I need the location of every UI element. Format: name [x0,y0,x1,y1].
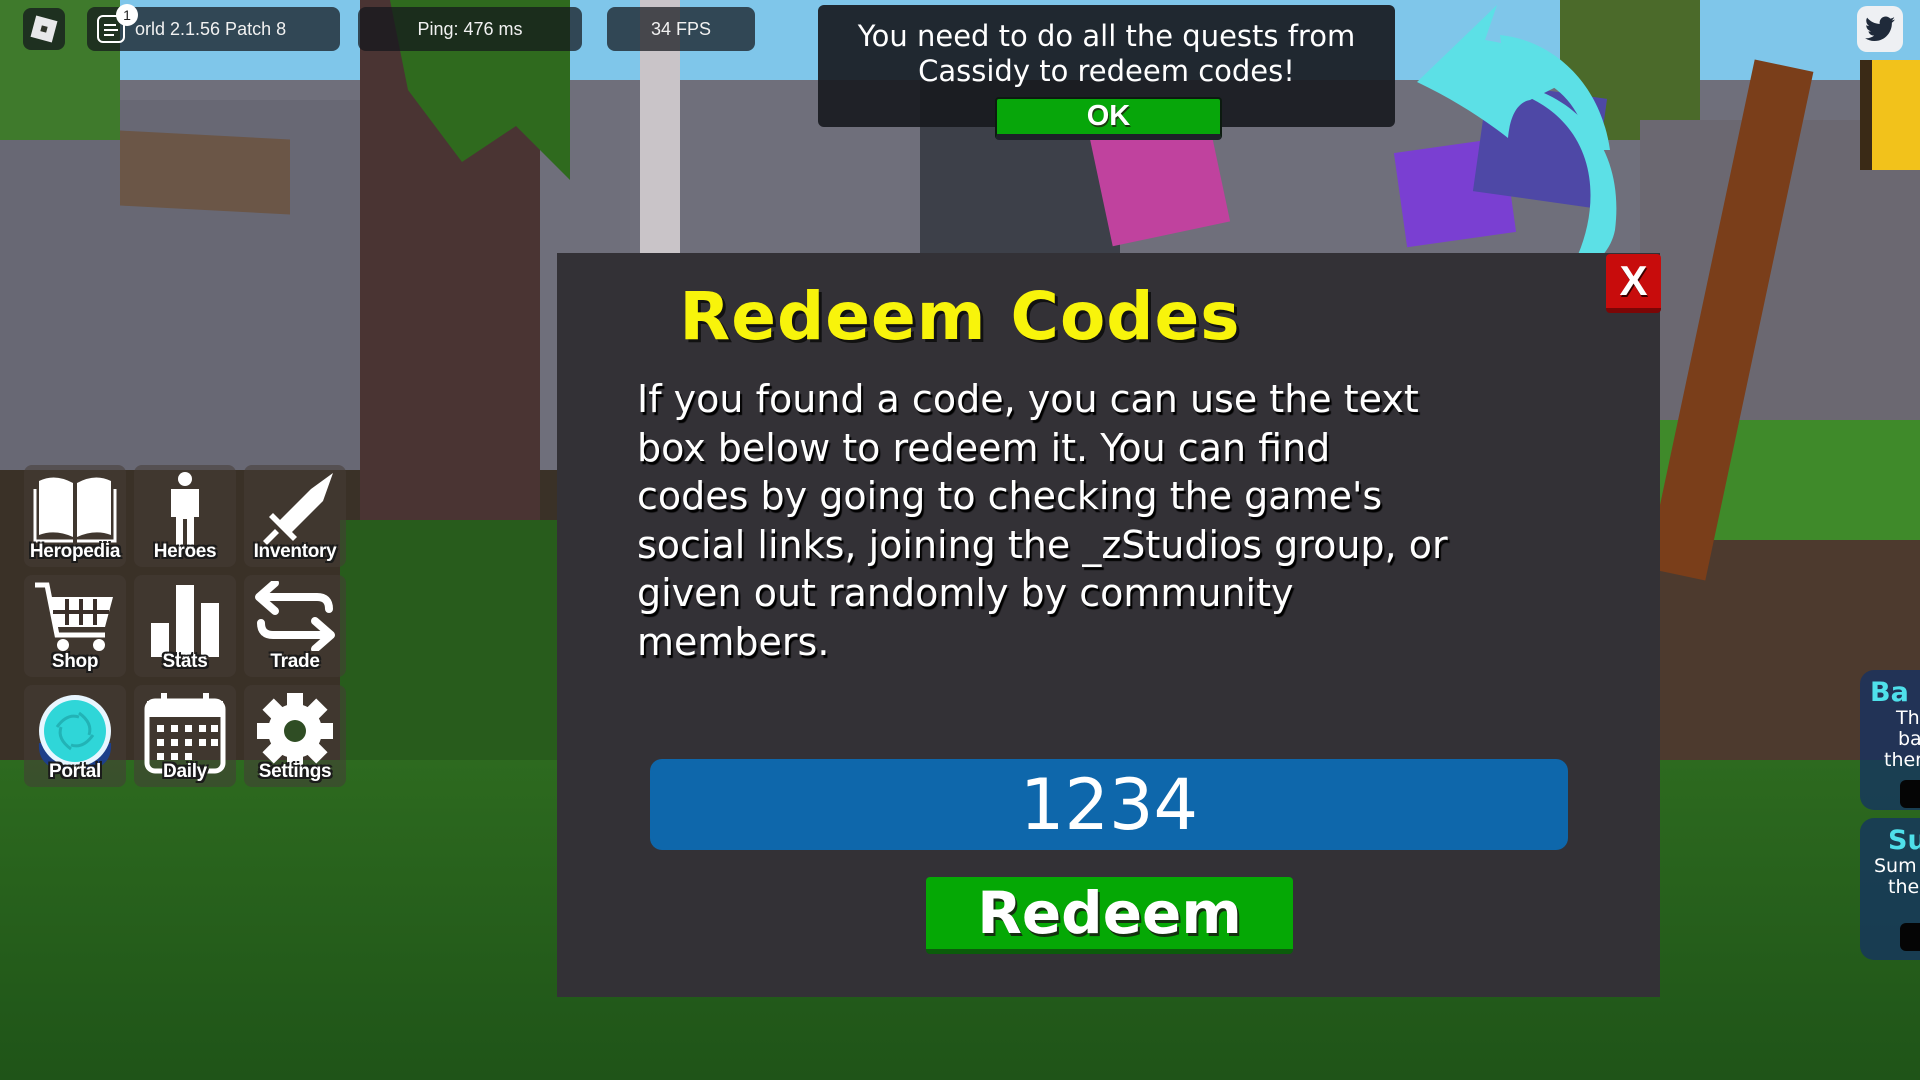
side-card-button[interactable] [1900,923,1920,951]
curved-arrow-icon [1417,5,1617,278]
side-card-text: the [1888,876,1920,898]
twitter-bird-icon [1865,16,1895,41]
menu-label: Inventory [253,541,337,562]
menu-stats-button[interactable]: Stats [134,575,236,677]
menu-inventory-button[interactable]: Inventory [244,465,346,567]
menu-label: Heropedia [29,541,121,562]
swap-arrows-icon [255,581,335,651]
sword-icon [263,473,333,545]
chat-badge: 1 [116,4,138,26]
side-card-title: Ba [1870,677,1909,708]
menu-heroes-button[interactable]: Heroes [134,465,236,567]
menu-label: Portal [48,761,102,782]
ping-display: Ping: 476 ms [358,7,582,51]
menu-settings-button[interactable]: Settings [244,685,346,787]
menu-label: Settings [258,761,332,782]
panel-description: If you found a code, you can use the tex… [637,377,1448,664]
bar-chart-icon [151,585,219,657]
menu-label: Shop [51,651,99,672]
menu-heropedia-button[interactable]: Heropedia [24,465,126,567]
side-card-ba[interactable]: Ba Th ba ther [1860,670,1920,810]
side-card-title: Su [1888,825,1920,856]
book-icon [33,477,117,543]
main-menu-grid: Heropedia Heroes Inventory Shop Stats Tr… [24,465,346,787]
menu-shop-button[interactable]: Shop [24,575,126,677]
side-card-button[interactable] [1900,780,1920,808]
twitter-button[interactable] [1857,6,1903,52]
wooden-plank [120,130,290,215]
cart-icon [35,582,113,651]
fps-text: 34 FPS [650,18,712,39]
ping-text: Ping: 476 ms [417,18,523,39]
menu-label: Daily [163,761,207,782]
code-input[interactable] [650,759,1568,850]
side-card-text: ther [1884,749,1920,771]
notification-message: You need to do all the quests from Cassi… [857,19,1356,88]
side-card-su[interactable]: Su Sum the [1860,818,1920,960]
side-card-text: Sum [1874,855,1917,877]
menu-trade-button[interactable]: Trade [244,575,346,677]
close-icon: X [1619,257,1648,304]
lantern [1860,60,1920,170]
roblox-logo-icon [30,15,58,43]
version-text: orld 2.1.56 Patch 8 [135,18,287,39]
roblox-menu-button[interactable] [23,8,65,50]
side-card-text: ba [1898,728,1920,750]
close-button[interactable]: X [1606,254,1661,313]
menu-portal-button[interactable]: Portal [24,685,126,787]
fps-display: 34 FPS [607,7,755,51]
redeem-button[interactable]: Redeem [926,877,1293,954]
version-chat-bar[interactable]: 1 orld 2.1.56 Patch 8 [87,4,340,51]
menu-label: Trade [270,651,320,672]
menu-label: Heroes [153,541,217,562]
menu-daily-button[interactable]: Daily [134,685,236,787]
menu-label: Stats [162,651,208,672]
ok-button[interactable]: OK [995,97,1222,140]
person-icon [171,472,199,547]
side-card-text: Th [1896,707,1920,729]
